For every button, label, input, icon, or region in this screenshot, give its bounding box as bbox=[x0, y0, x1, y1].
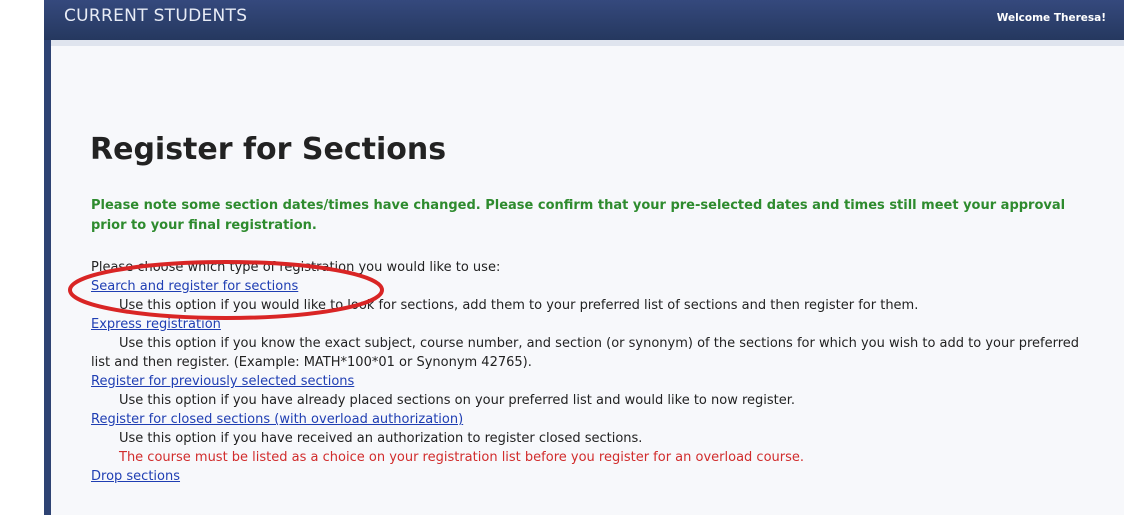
register-previously-selected-link[interactable]: Register for previously selected section… bbox=[91, 372, 1091, 391]
registration-options: Please choose which type of registration… bbox=[91, 258, 1091, 486]
page-title: Register for Sections bbox=[90, 132, 447, 167]
search-and-register-description: Use this option if you would like to loo… bbox=[119, 298, 919, 313]
express-registration-link[interactable]: Express registration bbox=[91, 315, 1091, 334]
search-and-register-link[interactable]: Search and register for sections bbox=[91, 277, 1091, 296]
welcome-message: Welcome Theresa! bbox=[996, 12, 1106, 24]
register-closed-sections-description: Use this option if you have received an … bbox=[119, 431, 643, 446]
express-registration-description: Use this option if you know the exact su… bbox=[91, 336, 1080, 370]
site-section-title: CURRENT STUDENTS bbox=[64, 6, 248, 26]
left-navigation-bar bbox=[44, 40, 51, 515]
register-closed-sections-link[interactable]: Register for closed sections (with overl… bbox=[91, 410, 1091, 429]
registration-prompt: Please choose which type of registration… bbox=[91, 260, 501, 275]
screenshot-frame: CURRENT STUDENTS Welcome Theresa! Regist… bbox=[0, 0, 1124, 515]
register-previously-selected-description: Use this option if you have already plac… bbox=[119, 393, 796, 408]
top-header-bar: CURRENT STUDENTS Welcome Theresa! bbox=[44, 0, 1124, 40]
overload-warning: The course must be listed as a choice on… bbox=[119, 450, 805, 465]
schedule-change-notice: Please note some section dates/times hav… bbox=[91, 198, 1066, 233]
drop-sections-link[interactable]: Drop sections bbox=[91, 467, 1091, 486]
